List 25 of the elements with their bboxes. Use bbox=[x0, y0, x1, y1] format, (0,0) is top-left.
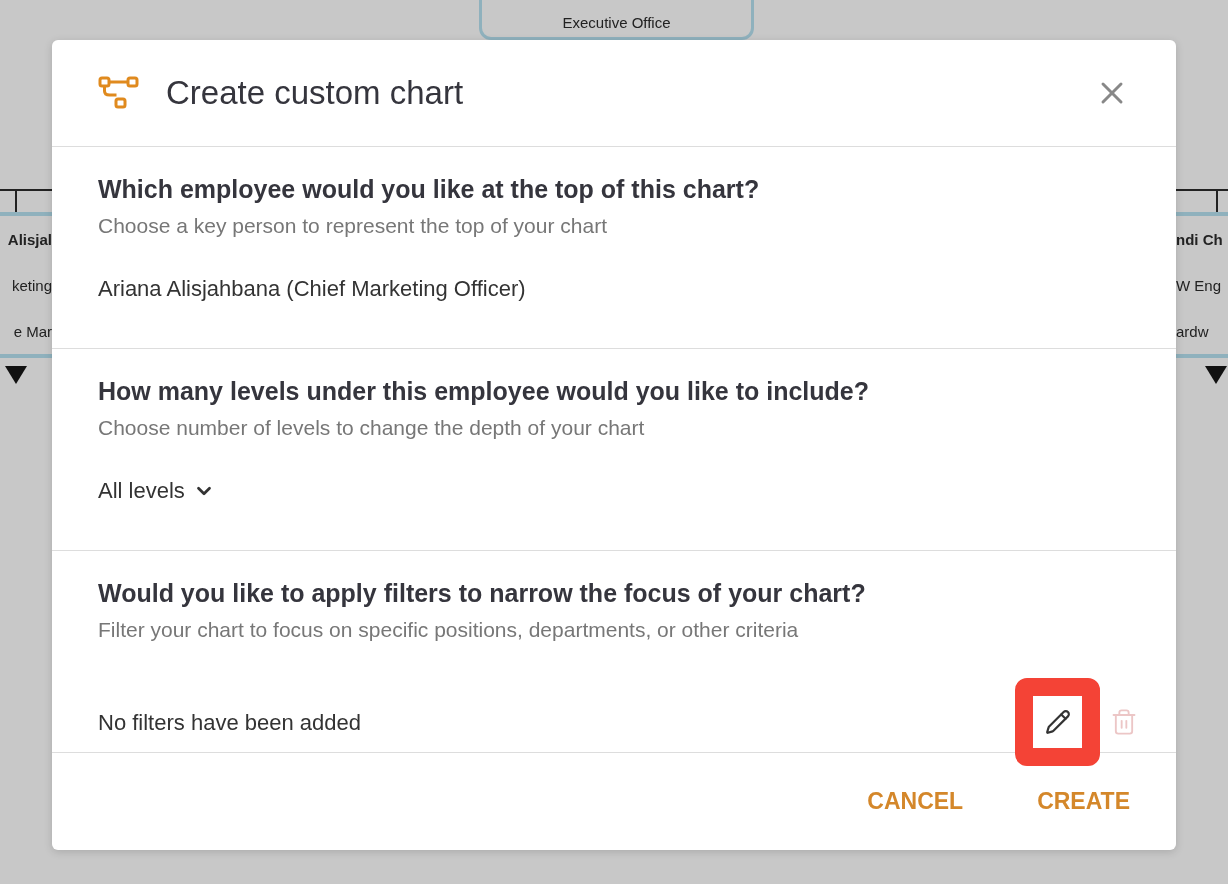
question: Would you like to apply filters to narrow the focus of your chart? bbox=[98, 579, 867, 608]
create-button[interactable]: CREATE bbox=[1037, 788, 1130, 815]
node-text: Alisjal bbox=[7, 230, 52, 248]
hint: Choose a key person to represent the top of your chart bbox=[98, 214, 608, 238]
node-text: Executive Office bbox=[562, 14, 671, 31]
node-text: W Eng bbox=[1176, 276, 1221, 294]
node-text: ndi Ch bbox=[1176, 230, 1223, 248]
edit-button[interactable] bbox=[1015, 678, 1100, 766]
node-text: ardw bbox=[1176, 322, 1209, 340]
question: Which employee would you like at the top of this chart? bbox=[98, 175, 761, 204]
node-text: e Mar bbox=[13, 322, 52, 340]
cancel-button[interactable]: CANCEL bbox=[867, 788, 964, 815]
trash-icon bbox=[1110, 708, 1138, 736]
node-text: keting bbox=[11, 276, 52, 294]
expand-triangle-icon bbox=[5, 366, 27, 384]
question: How many levels under this employee would you like to include? bbox=[98, 377, 870, 406]
hint: Filter your chart to focus on specific positions, departments, or other criteria bbox=[98, 618, 800, 642]
org-chart-icon bbox=[98, 76, 140, 110]
expand-triangle-icon bbox=[1205, 366, 1227, 384]
selected-employee: Ariana Alisjahbana (Chief Marketing Officer) bbox=[98, 276, 526, 302]
dialog-title: Create custom chart bbox=[166, 74, 465, 112]
hint: Choose number of levels to change the depth of your chart bbox=[98, 416, 646, 440]
pencil-icon bbox=[1044, 709, 1071, 735]
levels-dropdown[interactable]: All levels bbox=[98, 478, 215, 504]
filters-status: No filters have been added bbox=[98, 710, 361, 736]
